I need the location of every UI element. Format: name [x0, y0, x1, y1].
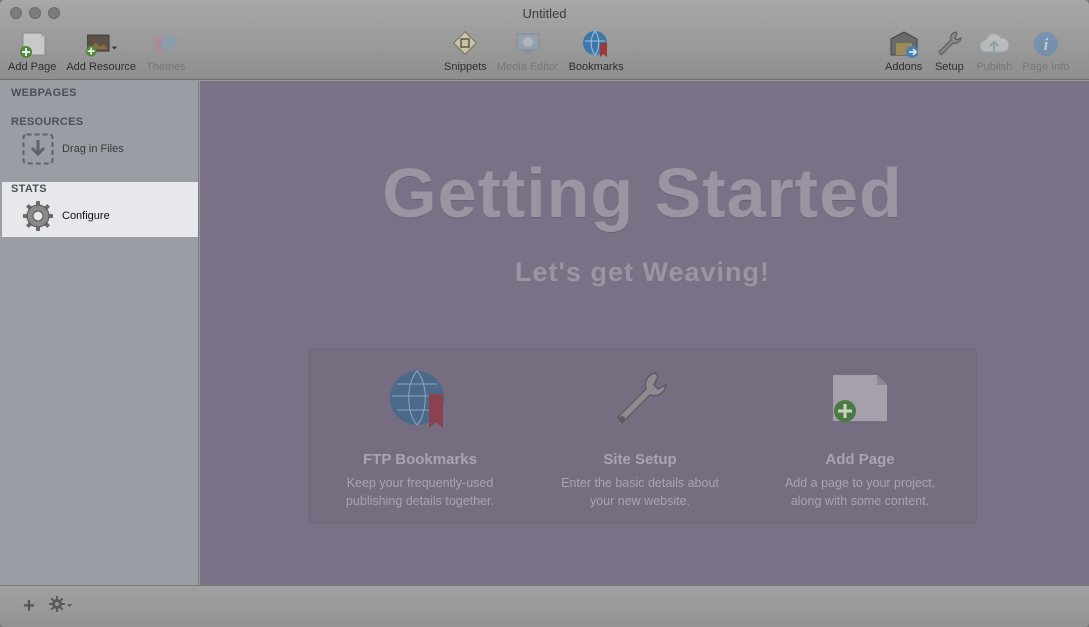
add-resource-label: Add Resource: [66, 61, 137, 73]
setup-label: Setup: [934, 61, 964, 73]
feature-site-setup[interactable]: Site Setup Enter the basic details about…: [530, 369, 750, 510]
titlebar: Untitled Add Page Add Resource Themes Sn…: [0, 0, 1089, 80]
bookmarks-icon: [579, 28, 613, 60]
app-window: Untitled Add Page Add Resource Themes Sn…: [0, 0, 1089, 627]
getting-started-subtitle: Let's get Weaving!: [515, 257, 770, 287]
window-title: Untitled: [522, 6, 567, 21]
sidebar-heading-webpages: WEBPAGES: [11, 87, 77, 99]
gear-icon: [22, 200, 54, 232]
bottom-bar: +: [0, 585, 1089, 627]
publish-icon: [977, 28, 1011, 60]
add-page-label: Add Page: [8, 61, 57, 73]
add-item-button[interactable]: +: [17, 595, 41, 617]
toolbar-center-group: Snippets Media Editor Bookmarks: [444, 28, 634, 73]
add-page-large-icon: [828, 369, 892, 429]
action-menu-button[interactable]: [48, 595, 74, 617]
add-page-title: Add Page: [825, 451, 895, 468]
themes-button[interactable]: Themes: [146, 28, 186, 73]
publish-label: Publish: [976, 61, 1013, 73]
toolbar-right-group: Addons Setup Publish i Page Info: [885, 28, 1079, 73]
gear-menu-icon: [49, 595, 73, 618]
sidebar-heading-resources: RESOURCES: [11, 116, 84, 128]
feature-ftp-bookmarks[interactable]: FTP Bookmarks Keep your frequently-used …: [310, 369, 530, 510]
setup-icon: [932, 28, 966, 60]
ftp-bookmarks-desc: Keep your frequently-used publishing det…: [345, 476, 495, 508]
getting-started-title: Getting Started: [382, 154, 903, 232]
wrench-icon: [608, 369, 672, 429]
page-info-button[interactable]: i Page Info: [1022, 28, 1069, 73]
snippets-label: Snippets: [444, 61, 487, 73]
setup-button[interactable]: Setup: [932, 28, 966, 73]
bookmarks-button[interactable]: Bookmarks: [569, 28, 624, 73]
media-editor-button[interactable]: Media Editor: [497, 28, 559, 73]
site-setup-title: Site Setup: [603, 451, 677, 468]
ftp-bookmarks-title: FTP Bookmarks: [363, 451, 477, 468]
media-editor-label: Media Editor: [496, 61, 559, 73]
svg-text:i: i: [1044, 35, 1049, 54]
toolbar-left-group: Add Page Add Resource Themes: [8, 28, 196, 73]
sidebar-item-drag-in-files[interactable]: Drag in Files: [22, 133, 124, 165]
plus-icon: +: [23, 594, 35, 617]
publish-button[interactable]: Publish: [976, 28, 1012, 73]
configure-label: Configure: [62, 210, 110, 222]
themes-icon: [149, 28, 183, 60]
feature-panel: FTP Bookmarks Keep your frequently-used …: [309, 348, 977, 524]
addons-label: Addons: [885, 61, 923, 73]
add-resource-button[interactable]: Add Resource: [66, 28, 136, 73]
snippets-icon: [448, 28, 482, 60]
page-info-label: Page Info: [1022, 61, 1070, 73]
add-resource-icon: [84, 28, 118, 60]
site-setup-desc: Enter the basic details about your new w…: [561, 476, 719, 508]
bookmarks-label: Bookmarks: [568, 61, 624, 73]
sidebar-heading-stats: STATS: [11, 183, 47, 195]
getting-started-overlay: Getting Started Let's get Weaving! FTP B…: [200, 81, 1089, 585]
themes-label: Themes: [146, 61, 186, 73]
drag-in-files-icon: [22, 133, 54, 165]
media-editor-icon: [511, 28, 545, 60]
snippets-button[interactable]: Snippets: [444, 28, 487, 73]
add-page-button[interactable]: Add Page: [8, 28, 56, 73]
page-info-icon: i: [1029, 28, 1063, 60]
addons-icon: [887, 28, 921, 60]
feature-add-page[interactable]: Add Page Add a page to your project, alo…: [750, 369, 970, 510]
drag-in-files-label: Drag in Files: [62, 143, 124, 155]
add-page-icon: [15, 28, 49, 60]
add-page-desc: Add a page to your project, along with s…: [784, 476, 936, 508]
sidebar: WEBPAGES RESOURCES Drag in Files STATS C…: [0, 81, 199, 585]
globe-bookmark-icon: [388, 369, 452, 429]
sidebar-item-configure[interactable]: Configure: [22, 200, 110, 232]
addons-button[interactable]: Addons: [885, 28, 922, 73]
